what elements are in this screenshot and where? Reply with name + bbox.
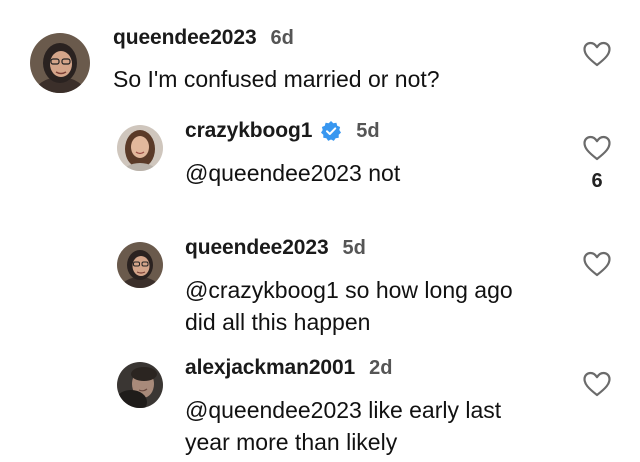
like-button[interactable] [582,250,612,278]
comment-timestamp: 5d [342,236,366,259]
comment-text: @queendee2023 like early last year more … [185,394,501,458]
comment-text: @queendee2023 not [185,160,401,186]
heart-outline-icon [583,371,611,397]
comment-timestamp: 6d [270,26,294,49]
comment-username[interactable]: alexjackman2001 [185,356,355,380]
like-button[interactable] [582,370,612,398]
like-count: 6 [591,170,603,192]
reply-item: alexjackman2001 2d @queendee2023 like ea… [0,345,640,462]
comment-text: @crazykboog1 so how long ago did all thi… [185,274,513,338]
comment-username[interactable]: queendee2023 [113,26,257,50]
comment-text: So I'm confused married or not? [113,66,440,92]
avatar[interactable] [117,125,163,171]
reply-item: crazykboog1 5d @queendee2023 not 6 [0,110,640,230]
comment-text-line: year more than likely [185,429,398,455]
comment-timestamp: 5d [356,119,380,142]
heart-outline-icon [583,135,611,161]
heart-outline-icon [583,251,611,277]
like-button[interactable] [582,40,612,68]
avatar-photo [30,33,90,93]
comment-text-line: @queendee2023 like early last [185,397,502,423]
comment-username[interactable]: crazykboog1 [185,119,312,143]
avatar[interactable] [117,362,163,408]
comment-timestamp: 2d [369,356,393,379]
comment-text-line: did all this happen [185,309,371,335]
verified-badge-icon [320,120,342,142]
heart-outline-icon [583,41,611,67]
reply-item: queendee2023 5d @crazykboog1 so how long… [0,230,640,345]
avatar[interactable] [30,33,90,93]
comment-item: queendee2023 6d So I'm confused married … [0,0,640,110]
avatar-photo [117,362,163,408]
avatar[interactable] [117,242,163,288]
avatar-photo [117,242,163,288]
like-button[interactable] [582,134,612,162]
comment-text-line: @crazykboog1 so how long ago [185,277,513,303]
avatar-photo [117,125,163,171]
comment-username[interactable]: queendee2023 [185,236,329,260]
